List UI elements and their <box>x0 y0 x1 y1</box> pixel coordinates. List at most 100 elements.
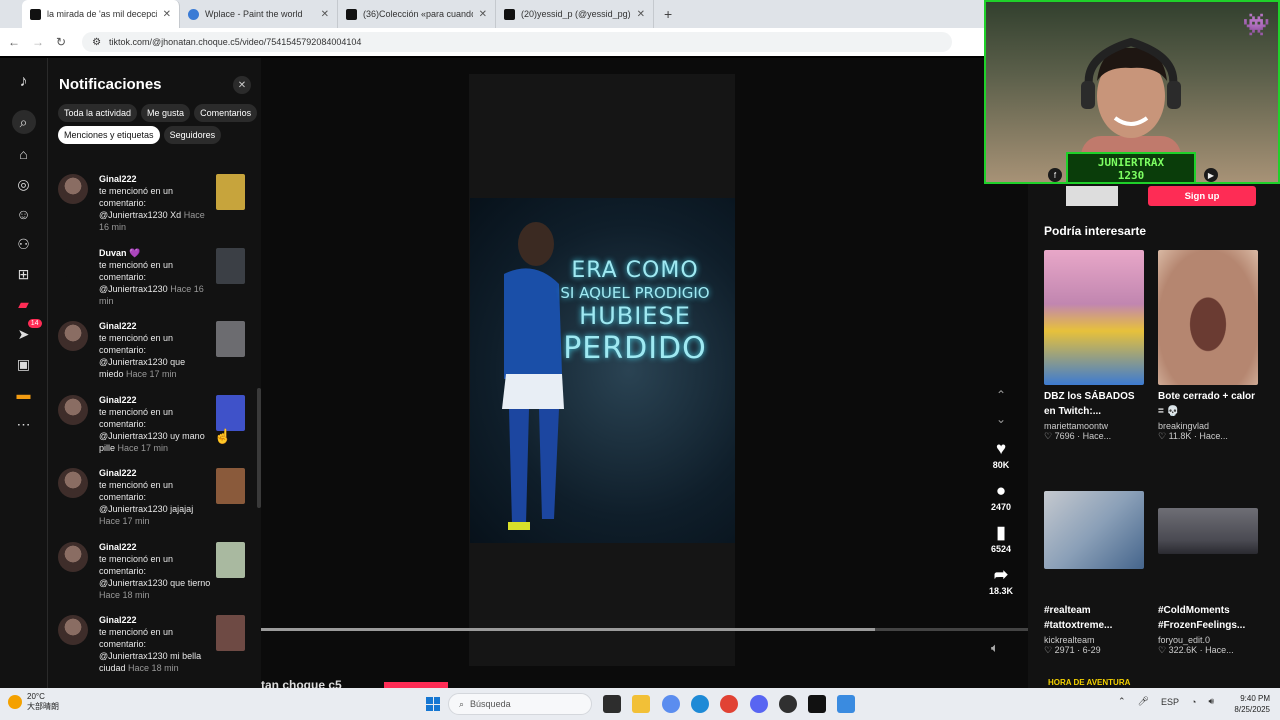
like-count: 80K <box>992 460 1010 470</box>
explore-icon[interactable]: ◎ <box>14 174 34 194</box>
url-field[interactable]: ⚙ tiktok.com/@jhonatan.choque.c5/video/7… <box>82 32 953 52</box>
notification-item[interactable]: Ginal222 te mencionó en un comentario: @J… <box>48 170 253 244</box>
avatar[interactable] <box>58 541 88 572</box>
notification-item[interactable]: Ginal222 te mencionó en un comentario: @J… <box>48 317 253 391</box>
chevron-up-icon[interactable]: ⌃ <box>1118 696 1126 707</box>
notification-thumbnail[interactable] <box>216 321 245 357</box>
reload-icon[interactable]: ↻ <box>56 35 66 49</box>
filter-chip-followers[interactable]: Seguidores <box>163 126 222 144</box>
notification-user[interactable]: Duvan 💜 <box>99 248 140 258</box>
microphone-icon[interactable]: 🎤︎ <box>1138 696 1149 707</box>
language-indicator[interactable]: ESP <box>1161 697 1179 707</box>
tiktok-app-icon[interactable] <box>808 695 826 713</box>
notification-thumbnail[interactable] <box>216 174 245 210</box>
next-card-title: HORA DE AVENTURA <box>1048 678 1131 687</box>
copilot-icon[interactable] <box>662 695 680 713</box>
browser-tab[interactable]: (36)Colección «para cuando el ✕ <box>338 0 496 28</box>
tiktok-logo-icon[interactable]: ♪ <box>14 72 34 92</box>
section-title: Podría interesarte <box>1044 224 1147 238</box>
notification-thumbnail[interactable] <box>216 468 245 504</box>
notification-item[interactable]: Ginal222 te mencionó en un comentario: @J… <box>48 464 253 538</box>
following-icon[interactable]: ☺ <box>14 204 34 224</box>
app-icon[interactable] <box>837 695 855 713</box>
notification-user[interactable]: Ginal222 <box>99 395 137 405</box>
activity-icon[interactable]: ▰ <box>14 294 34 314</box>
home-icon[interactable]: ⌂ <box>14 144 34 164</box>
video-card[interactable]: #realteam #tattoxtreme... kickrealteam ♡… <box>1044 491 1144 656</box>
browser-tab[interactable]: la mirada de 'as mil decepcione ✕ <box>22 0 180 28</box>
avatar[interactable] <box>58 247 88 278</box>
discord-icon[interactable] <box>750 695 768 713</box>
system-clock[interactable]: 9:40 PM 8/25/2025 <box>1222 693 1270 715</box>
upload-icon[interactable]: ⊞ <box>14 264 34 284</box>
messages-icon[interactable]: ➤ 14 <box>14 319 42 344</box>
avatar[interactable] <box>58 468 88 498</box>
wifi-icon[interactable]: ◔ <box>1191 697 1196 707</box>
save-count: 6524 <box>990 544 1012 554</box>
weather-widget[interactable]: 20°C 大部晴朗 <box>8 692 59 712</box>
notification-user[interactable]: Ginal222 <box>99 321 137 331</box>
search-icon[interactable]: ⌕ <box>11 110 36 134</box>
save-action[interactable]: ▮ 6524 <box>991 522 1011 554</box>
close-tab-icon[interactable]: ✕ <box>479 9 487 20</box>
live-icon[interactable]: ▣ <box>14 354 34 374</box>
avatar[interactable] <box>58 174 88 204</box>
filter-chip-comments[interactable]: Comentarios <box>194 104 258 122</box>
filter-chip-all[interactable]: Toda la actividad <box>58 104 138 122</box>
notification-user[interactable]: Ginal222 <box>99 542 137 552</box>
video-progress-bar[interactable] <box>261 628 1028 631</box>
edge-icon[interactable] <box>691 695 709 713</box>
notification-user[interactable]: Ginal222 <box>99 615 137 625</box>
notification-user[interactable]: Ginal222 <box>99 468 137 478</box>
card-title: DBZ los SÁBADOS en Twitch:... <box>1044 391 1135 417</box>
more-icon[interactable]: ⋯ <box>14 414 34 434</box>
notification-thumbnail[interactable] <box>216 247 245 284</box>
notification-item[interactable]: Duvan 💜 te mencionó en un comentario: @Ju… <box>48 244 253 318</box>
back-arrow-icon[interactable]: ← <box>8 35 20 49</box>
video-player[interactable]: ERA COMO SI AQUEL PRODIGIO HUBIESE PERDI… <box>470 198 735 543</box>
like-action[interactable]: ♥ 80K <box>993 438 1010 470</box>
filter-chip-likes[interactable]: Me gusta <box>141 104 191 122</box>
site-info-icon[interactable]: ⚙ <box>92 37 101 48</box>
browser-tab[interactable]: Wplace - Paint the world ✕ <box>180 0 338 28</box>
chevron-up-icon[interactable]: ⌃ <box>996 388 1006 402</box>
file-explorer-icon[interactable] <box>632 695 650 713</box>
close-icon[interactable]: ✕ <box>233 76 251 94</box>
coins-icon[interactable]: ▬ <box>14 384 34 404</box>
chrome-icon[interactable] <box>720 695 738 713</box>
volume-icon[interactable]: 🔈︎ <box>991 640 999 656</box>
notification-thumbnail[interactable] <box>216 394 245 431</box>
avatar[interactable] <box>58 321 88 351</box>
notification-item[interactable]: Ginal222 te mencionó en un comentario: @J… <box>48 538 253 612</box>
close-tab-icon[interactable]: ✕ <box>637 9 645 20</box>
forward-arrow-icon[interactable]: → <box>32 35 44 49</box>
volume-icon[interactable]: 🔊︎ <box>1208 696 1214 707</box>
video-card[interactable]: DBZ los SÁBADOS en Twitch:... mariettamo… <box>1044 250 1144 442</box>
video-card[interactable]: Bote cerrado + calor = 💀 breakingvlad ♡ … <box>1158 250 1258 442</box>
browser-tab[interactable]: (20)yessid_p (@yessid_pg) | Tik ✕ <box>496 0 654 28</box>
video-text-line: ERA COMO <box>571 258 699 283</box>
comment-action[interactable]: ● 2470 <box>991 480 1011 512</box>
new-tab-icon[interactable]: + <box>664 6 672 22</box>
task-view-icon[interactable] <box>603 695 621 713</box>
friends-icon[interactable]: ⚇ <box>14 234 34 254</box>
chevron-down-icon[interactable]: ⌄ <box>996 412 1006 426</box>
avatar[interactable] <box>58 615 88 645</box>
close-tab-icon[interactable]: ✕ <box>321 9 329 20</box>
obs-icon[interactable] <box>779 695 797 713</box>
notification-thumbnail[interactable] <box>216 541 245 578</box>
taskbar-search[interactable]: ⌕ Búsqueda <box>448 693 592 715</box>
sign-up-button[interactable]: Sign up <box>1148 186 1256 206</box>
video-card[interactable]: #ColdMoments #FrozenFeelings... foryou_e… <box>1158 508 1258 656</box>
close-tab-icon[interactable]: ✕ <box>163 9 171 20</box>
search-placeholder: Búsqueda <box>470 699 511 709</box>
windows-start-icon[interactable] <box>426 697 440 711</box>
card-thumbnail <box>1044 491 1144 569</box>
mouse-cursor-icon: ☝ <box>214 428 232 444</box>
filter-chip-mentions[interactable]: Menciones y etiquetas <box>58 126 160 144</box>
notification-thumbnail[interactable] <box>216 615 245 651</box>
notification-item[interactable]: Ginal222 te mencionó en un comentario: @J… <box>48 611 253 685</box>
share-action[interactable]: ➦ 18.3K <box>989 564 1013 596</box>
notification-user[interactable]: Ginal222 <box>99 174 137 184</box>
avatar[interactable] <box>58 394 88 425</box>
